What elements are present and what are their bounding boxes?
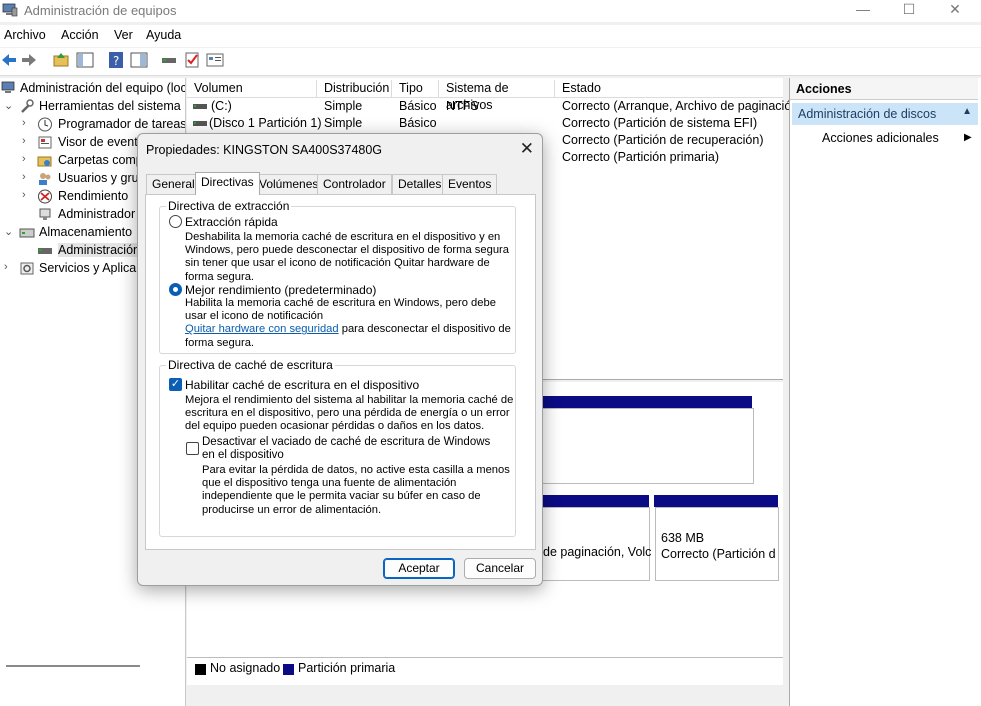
disable-flush-checkbox[interactable] [186,442,199,455]
quick-removal-description: Deshabilita la memoria caché de escritur… [185,231,509,283]
users-icon [39,173,51,185]
close-window-button[interactable]: ✕ [932,0,978,22]
write-cache-title: Directiva de caché de escritura [166,358,335,372]
title-bar: Administración de equipos — ☐ ✕ [0,0,981,22]
actions-pane: Acciones Administración de discos ▲ Acci… [789,78,981,706]
quick-removal-label[interactable]: Extracción rápida [185,215,278,229]
unallocated-swatch [195,664,206,675]
horizontal-scrollbar[interactable] [6,665,140,667]
computer-management-icon [2,3,18,17]
better-performance-description: Habilita la memoria caché de escritura e… [185,297,511,349]
partition-bar [542,396,752,408]
properties-dialog: Propiedades: KINGSTON SA400S37480G ✕ Gen… [137,133,543,586]
actions-header: Acciones [790,78,978,100]
partition-block[interactable] [542,408,754,484]
toolbar: ? [0,48,981,76]
tab-eventos[interactable]: Eventos [442,174,498,194]
menu-ayuda[interactable]: Ayuda [146,28,181,42]
back-arrow-icon[interactable] [0,51,18,69]
safely-remove-hardware-link[interactable]: Quitar hardware con seguridad [185,323,339,335]
partition-block[interactable]: de paginación, Volc [542,507,651,581]
chevron-right-icon[interactable]: › [22,171,34,183]
properties-sheet-icon[interactable] [206,51,224,69]
quick-removal-radio[interactable] [169,215,182,228]
legend-bar: No asignado Partición primaria [187,657,783,679]
window-title: Administración de equipos [24,3,177,18]
column-header-type[interactable]: Tipo [392,80,439,98]
chevron-right-icon[interactable]: › [22,153,34,165]
tab-controlador[interactable]: Controlador [317,174,392,194]
chevron-right-icon[interactable]: › [22,135,34,147]
enable-write-cache-description: Mejora el rendimiento del sistema al hab… [185,394,514,433]
better-performance-radio[interactable] [169,283,182,296]
policies-panel: Directiva de extracción Extracción rápid… [145,194,536,550]
collapse-up-icon[interactable]: ▲ [962,106,972,117]
forward-arrow-icon[interactable] [20,51,38,69]
view-pane-icon[interactable] [130,51,148,69]
enable-write-cache-checkbox[interactable]: ✓ [169,378,182,391]
ok-button[interactable]: Aceptar [383,558,455,579]
tab-volumenes[interactable]: Volúmenes [253,174,325,194]
volume-icon [193,121,207,126]
column-header-volume[interactable]: Volumen [187,80,317,98]
tools-icon [21,99,34,113]
disk-properties-icon[interactable] [160,51,178,69]
volume-icon [193,104,207,109]
cancel-button[interactable]: Cancelar [464,558,536,579]
column-header-filesystem[interactable]: Sistema de archivos [439,80,555,112]
menu-accion[interactable]: Acción [61,28,99,42]
column-header-status[interactable]: Estado [555,80,783,98]
clock-icon [38,117,52,132]
maximize-button[interactable]: ☐ [886,0,932,22]
removal-policy-title: Directiva de extracción [166,199,292,213]
menu-ver[interactable]: Ver [114,28,133,42]
close-icon[interactable]: ✕ [520,139,534,159]
column-header-layout[interactable]: Distribución [317,80,392,98]
enable-write-cache-label[interactable]: Habilitar caché de escritura en el dispo… [185,378,419,392]
better-performance-label[interactable]: Mejor rendimiento (predeterminado) [185,283,376,297]
device-manager-icon [39,208,51,220]
menu-archivo[interactable]: Archivo [4,28,46,42]
svg-text:?: ? [113,54,119,68]
tab-directivas[interactable]: Directivas [195,172,260,195]
help-icon[interactable]: ? [107,51,125,69]
folder-up-icon[interactable] [52,51,70,69]
partition-block-recovery[interactable]: 638 MB Correcto (Partición d [655,507,779,581]
checklist-icon[interactable] [183,51,201,69]
computer-icon [1,81,15,93]
dialog-title: Propiedades: KINGSTON SA400S37480G [146,143,383,157]
actions-disk-management[interactable]: Administración de discos ▲ [792,103,978,125]
event-viewer-icon [38,136,52,149]
tab-detalles[interactable]: Detalles [392,174,448,194]
chevron-down-icon[interactable]: ⌄ [4,225,16,238]
performance-icon [38,189,52,204]
tab-general[interactable]: General [146,174,201,194]
disable-flush-label[interactable]: Desactivar el vaciado de caché de escrit… [202,436,490,462]
chevron-right-icon[interactable]: › [4,261,16,273]
storage-icon [19,228,35,238]
disable-flush-description: Para evitar la pérdida de datos, no acti… [202,464,510,516]
minimize-button[interactable]: — [840,0,886,22]
chevron-right-icon[interactable]: › [22,117,34,129]
actions-more[interactable]: Acciones adicionales [822,131,939,145]
partition-bar [654,495,778,507]
disk-management-icon [38,248,52,254]
chevron-right-icon[interactable]: › [22,189,34,201]
chevron-down-icon[interactable]: ⌄ [4,99,16,112]
services-icon [20,262,34,275]
chevron-right-icon[interactable]: ▶ [964,132,972,143]
menu-bar: Archivo Acción Ver Ayuda [0,25,981,47]
show-tree-icon[interactable] [76,51,94,69]
partition-bar [542,495,649,507]
shared-folder-icon [37,156,52,167]
primary-swatch [283,664,294,675]
